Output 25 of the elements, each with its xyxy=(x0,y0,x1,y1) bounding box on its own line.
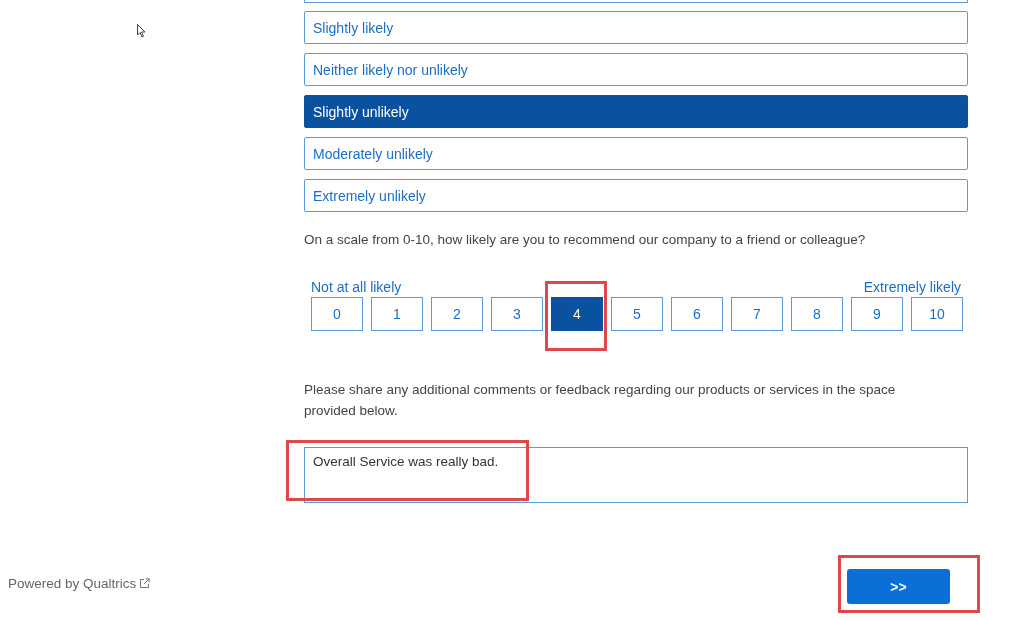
scale-option[interactable]: 1 xyxy=(371,297,423,331)
scale-option[interactable]: 2 xyxy=(431,297,483,331)
mouse-pointer-icon xyxy=(137,24,146,38)
answer-option[interactable]: Extremely unlikely xyxy=(304,179,968,212)
scale-option[interactable]: 3 xyxy=(491,297,543,331)
question-text: On a scale from 0-10, how likely are you to recommend our company to a friend or colleague? xyxy=(304,231,867,249)
answer-option[interactable]: Slightly likely xyxy=(304,11,968,44)
scale-option[interactable]: 9 xyxy=(851,297,903,331)
scale-option[interactable]: 6 xyxy=(671,297,723,331)
answer-option[interactable]: Neither likely nor unlikely xyxy=(304,53,968,86)
answer-option[interactable]: Slightly unlikely xyxy=(304,95,968,128)
scale-high-label: Extremely likely xyxy=(863,279,961,295)
answer-option[interactable]: Moderately unlikely xyxy=(304,137,968,170)
comment-field[interactable]: Overall Service was really bad. xyxy=(304,447,968,503)
external-link-icon xyxy=(139,578,151,589)
question-text: Please share any additional comments or feedback regarding our products or services in the space provided below. xyxy=(304,381,897,420)
scale-option[interactable]: 5 xyxy=(611,297,663,331)
scale-option[interactable]: 7 xyxy=(731,297,783,331)
next-button[interactable]: >> xyxy=(847,569,950,604)
scale-option[interactable]: 4 xyxy=(551,297,603,331)
powered-by-link[interactable]: Powered by Qualtrics xyxy=(8,576,137,591)
scale-option[interactable]: 8 xyxy=(791,297,843,331)
scale-low-label: Not at all likely xyxy=(311,279,402,295)
scale-option[interactable]: 0 xyxy=(311,297,363,331)
scale-option[interactable]: 10 xyxy=(911,297,963,331)
